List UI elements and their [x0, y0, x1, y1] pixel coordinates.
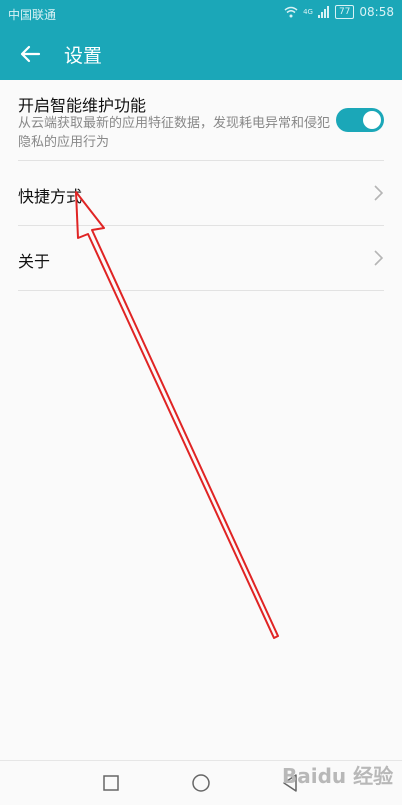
carrier-label: 中国联通	[8, 8, 57, 22]
square-nav-icon[interactable]	[103, 775, 119, 791]
network-type-label: 4G	[303, 8, 313, 16]
status-bar: 中国联通 4G 77 08:58	[0, 0, 402, 28]
item-description: 从云端获取最新的应用特征数据，发现耗电异常和侵犯隐私的应用行为	[18, 116, 331, 150]
list-item-shortcuts[interactable]: 快捷方式	[0, 161, 402, 225]
wifi-icon	[284, 6, 298, 18]
back-arrow-icon[interactable]	[18, 42, 42, 66]
divider	[18, 290, 384, 291]
clock: 08:58	[359, 5, 394, 19]
list-item-about[interactable]: 关于	[0, 226, 402, 290]
circle-nav-icon[interactable]	[192, 774, 210, 792]
item-label: 开启智能维护功能	[18, 96, 147, 115]
watermark: Baidu 经验	[282, 764, 394, 788]
smart-maintenance-toggle[interactable]	[336, 108, 384, 132]
signal-icon	[317, 6, 329, 18]
app-bar: 设置	[0, 28, 402, 80]
chevron-right-icon	[374, 185, 384, 201]
toggle-knob	[363, 111, 381, 129]
battery-icon: 77	[334, 5, 355, 19]
chevron-right-icon	[374, 250, 384, 266]
item-label: 关于	[18, 252, 51, 271]
list-item-smart-maintenance[interactable]: 开启智能维护功能 从云端获取最新的应用特征数据，发现耗电异常和侵犯隐私的应用行为	[0, 80, 402, 160]
item-label: 快捷方式	[18, 187, 83, 206]
page-title: 设置	[64, 45, 103, 67]
